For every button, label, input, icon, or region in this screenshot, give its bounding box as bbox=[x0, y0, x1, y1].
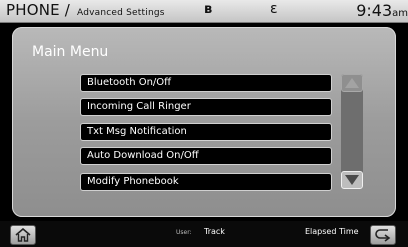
triangle-down-icon bbox=[345, 175, 359, 185]
track-label: Track bbox=[204, 227, 225, 236]
menu-item-label: Modify Phonebook bbox=[87, 176, 179, 187]
menu-item-modify-phonebook[interactable]: Modify Phonebook bbox=[80, 173, 332, 191]
screen-title: PHONE / Advanced Settings bbox=[6, 1, 165, 19]
menu-item-label: Bluetooth On/Off bbox=[87, 77, 172, 88]
screen-title-main: PHONE / bbox=[6, 1, 71, 19]
screen-subtitle: Advanced Settings bbox=[77, 8, 165, 18]
menu-item-label: Incoming Call Ringer bbox=[87, 101, 191, 112]
elapsed-time-label: Elapsed Time bbox=[305, 227, 359, 236]
back-arrow-icon bbox=[375, 229, 391, 242]
clock: 9:43am bbox=[356, 1, 408, 20]
bluetooth-icon: ʙ bbox=[204, 2, 213, 17]
status-bar: PHONE / Advanced Settings ʙ ɛ 9:43am bbox=[0, 0, 408, 23]
menu-item-label: Txt Msg Notification bbox=[87, 126, 187, 137]
menu-item-txt-msg-notification[interactable]: Txt Msg Notification bbox=[80, 123, 332, 141]
menu-item-bluetooth[interactable]: Bluetooth On/Off bbox=[80, 74, 332, 92]
user-label: User: bbox=[176, 229, 192, 236]
bottom-bar: User: Track Elapsed Time bbox=[0, 221, 408, 247]
menu-item-incoming-call-ringer[interactable]: Incoming Call Ringer bbox=[80, 98, 332, 116]
clock-ampm: am bbox=[392, 8, 408, 19]
main-menu-panel: Main Menu Bluetooth On/Off Incoming Call… bbox=[12, 27, 396, 217]
clock-time: 9:43 bbox=[356, 1, 393, 20]
scroll-down-button[interactable] bbox=[341, 171, 363, 189]
home-icon bbox=[15, 228, 31, 242]
phone-signal-icon: ɛ bbox=[270, 1, 278, 17]
menu-item-label: Auto Download On/Off bbox=[87, 150, 199, 161]
panel-title: Main Menu bbox=[32, 44, 109, 60]
back-button[interactable] bbox=[370, 225, 396, 245]
menu-item-auto-download[interactable]: Auto Download On/Off bbox=[80, 147, 332, 165]
scroll-up-button[interactable] bbox=[341, 74, 363, 92]
home-button[interactable] bbox=[10, 225, 36, 245]
triangle-up-icon bbox=[345, 78, 359, 88]
